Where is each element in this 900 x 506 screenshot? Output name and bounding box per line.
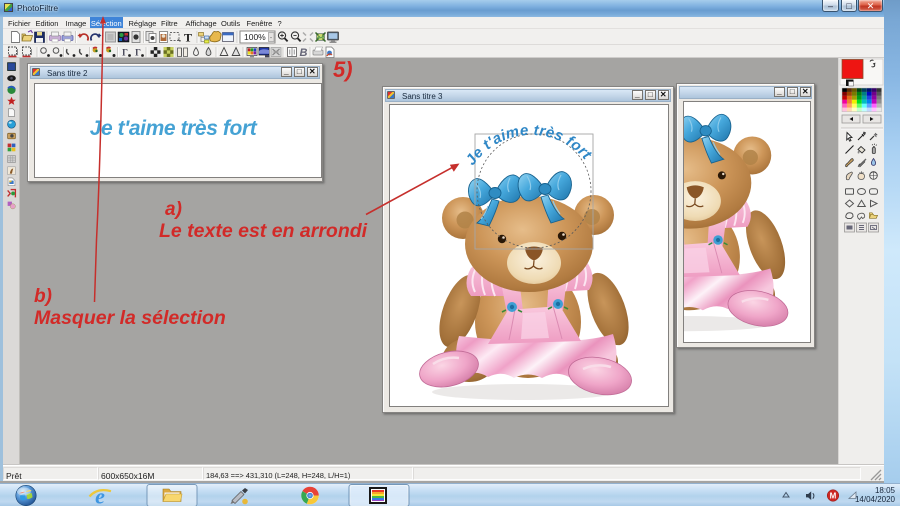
svg-text:100%: 100%	[244, 32, 266, 42]
svg-text:Je t'aime très fort: Je t'aime très fort	[462, 122, 595, 169]
svg-text:M: M	[830, 491, 837, 500]
svg-text:e: e	[95, 484, 105, 506]
svg-text:Γ: Γ	[122, 48, 128, 58]
svg-text:-: -	[270, 36, 272, 42]
svg-text:T: T	[184, 31, 192, 45]
svg-text:Γ: Γ	[135, 48, 141, 58]
